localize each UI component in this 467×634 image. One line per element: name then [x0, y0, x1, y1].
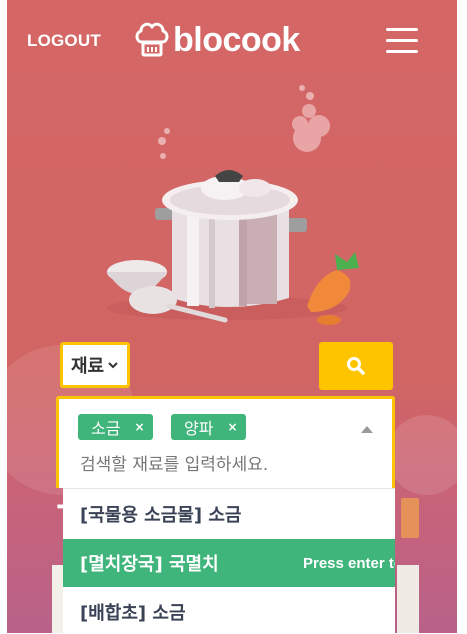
ingredient-dropdown: [국물용 소금물] 소금 [멸치장국] 국멸치 Press enter to s… [63, 488, 395, 634]
search-type-label: 재료 [70, 356, 105, 377]
dropdown-option[interactable]: [국물용 소금물] 소금 [63, 490, 395, 538]
tag-label: 양파 [184, 419, 214, 438]
chevron-down-icon [108, 362, 118, 369]
search-type-select[interactable]: 재료 [60, 342, 130, 388]
option-hint: Press enter to select [303, 554, 395, 572]
background-card [401, 498, 419, 538]
hamburger-menu-icon[interactable] [386, 28, 418, 54]
search-icon [347, 357, 365, 375]
search-button[interactable] [319, 342, 393, 390]
option-label: [배합초] 소금 [80, 603, 186, 624]
chef-hat-icon [135, 22, 169, 57]
ingredient-search-input[interactable] [80, 455, 370, 475]
background-circle [387, 415, 457, 495]
ingredient-tag[interactable]: 소금 × [78, 414, 153, 440]
cooking-pot-illustration [107, 85, 359, 325]
ingredient-tag[interactable]: 양파 × [171, 414, 246, 440]
option-label: [국물용 소금물] 소금 [80, 505, 242, 526]
dropdown-option[interactable]: [배합초] 소금 [63, 588, 395, 634]
tag-remove-icon[interactable]: × [227, 420, 237, 434]
dropdown-option-highlighted[interactable]: [멸치장국] 국멸치 Press enter to select [63, 539, 395, 587]
background-card [397, 565, 419, 633]
logout-button[interactable]: LOGOUT [27, 31, 101, 51]
logo-text: blocook [173, 20, 300, 59]
tag-remove-icon[interactable]: × [134, 420, 144, 434]
logo[interactable]: blocook [135, 18, 300, 62]
caret-up-icon[interactable] [361, 426, 373, 433]
option-label: [멸치장국] 국멸치 [80, 554, 219, 575]
tag-label: 소금 [91, 419, 121, 438]
ingredient-multiselect[interactable]: 소금 × 양파 × [56, 396, 395, 488]
